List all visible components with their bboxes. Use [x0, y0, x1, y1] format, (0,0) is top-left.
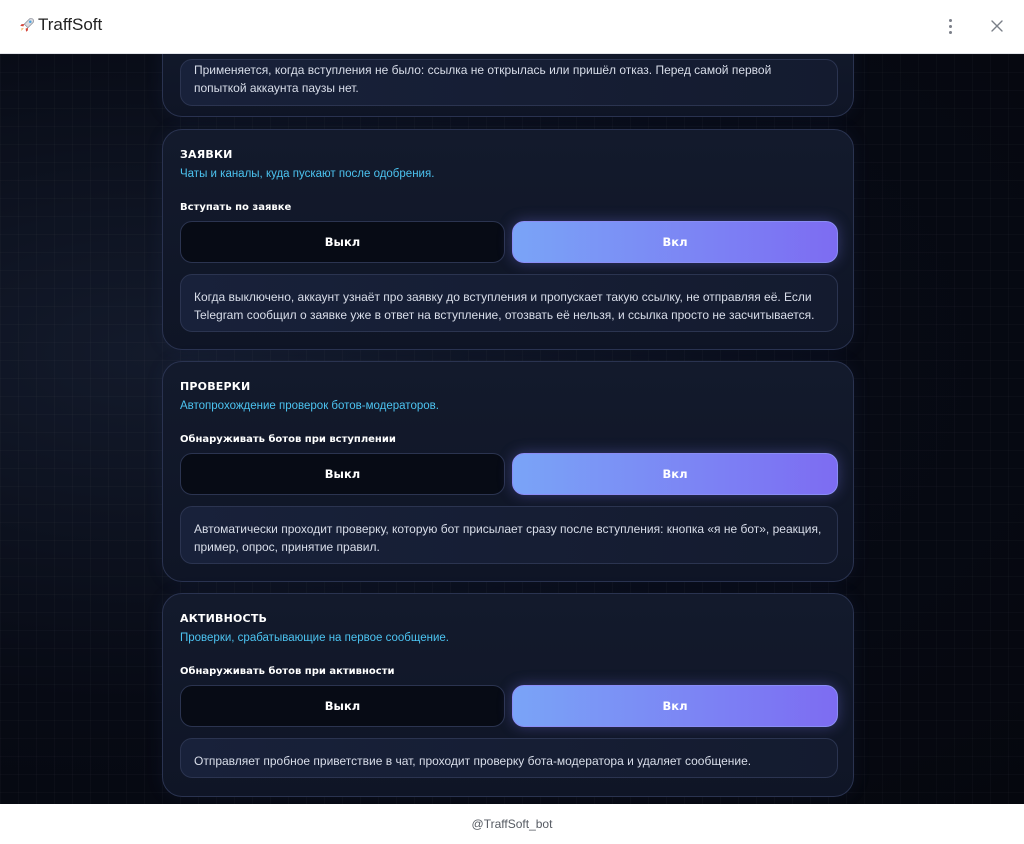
toggle-on-button[interactable]: Вкл	[512, 685, 838, 727]
toggle-off-label: Выкл	[324, 699, 361, 713]
section-note: Когда выключено, аккаунт узнаёт про заяв…	[180, 274, 838, 332]
field-label: Вступать по заявке	[180, 202, 292, 213]
section-note-text: Когда выключено, аккаунт узнаёт про заяв…	[194, 290, 815, 322]
toggle-off-label: Выкл	[324, 467, 361, 481]
app-title: TraffSoft	[38, 15, 103, 34]
section-title: ПРОВЕРКИ	[180, 380, 251, 393]
section-note-text: Отправляет пробное приветствие в чат, пр…	[194, 754, 752, 768]
settings-content[interactable]: Применяется, когда вступления не было: с…	[0, 54, 1024, 804]
toggle-on-button[interactable]: Вкл	[512, 221, 838, 263]
section-card-requests: ЗАЯВКИ Чаты и каналы, куда пускают после…	[162, 129, 854, 350]
toggle-off-button[interactable]: Выкл	[180, 453, 505, 495]
section-card-activity: АКТИВНОСТЬ Проверки, срабатывающие на пе…	[162, 593, 854, 797]
footer: @TraffSoft_bot	[0, 804, 1024, 844]
section-note: Автоматически проходит проверку, которую…	[180, 506, 838, 564]
section-subtitle: Автопрохождение проверок ботов-модератор…	[180, 400, 439, 412]
section-note-text: Применяется, когда вступления не было: с…	[194, 63, 772, 95]
more-vertical-icon[interactable]	[940, 14, 960, 38]
toggle-on-label: Вкл	[662, 699, 688, 713]
title-bar: TraffSoft	[0, 0, 1024, 54]
toggle-off-button[interactable]: Выкл	[180, 221, 505, 263]
toggle-off-button[interactable]: Выкл	[180, 685, 505, 727]
toggle-off-label: Выкл	[324, 235, 361, 249]
section-subtitle: Проверки, срабатывающие на первое сообще…	[180, 632, 449, 644]
close-icon[interactable]	[986, 15, 1008, 37]
section-note: Отправляет пробное приветствие в чат, пр…	[180, 738, 838, 778]
section-note: Применяется, когда вступления не было: с…	[180, 59, 838, 106]
section-title: АКТИВНОСТЬ	[180, 612, 268, 625]
section-card-checks: ПРОВЕРКИ Автопрохождение проверок ботов-…	[162, 361, 854, 582]
section-subtitle: Чаты и каналы, куда пускают после одобре…	[180, 168, 435, 180]
field-label: Обнаруживать ботов при вступлении	[180, 434, 396, 445]
rocket-icon	[20, 18, 34, 32]
toggle-on-label: Вкл	[662, 235, 688, 249]
section-note-text: Автоматически проходит проверку, которую…	[194, 522, 822, 554]
toggle-on-label: Вкл	[662, 467, 688, 481]
section-card-partial: Применяется, когда вступления не было: с…	[162, 54, 854, 117]
app-title-group: TraffSoft	[18, 15, 102, 35]
footer-bot-link[interactable]: @TraffSoft_bot	[472, 817, 553, 831]
toggle-on-button[interactable]: Вкл	[512, 453, 838, 495]
section-title: ЗАЯВКИ	[180, 148, 233, 161]
field-label: Обнаруживать ботов при активности	[180, 666, 395, 677]
